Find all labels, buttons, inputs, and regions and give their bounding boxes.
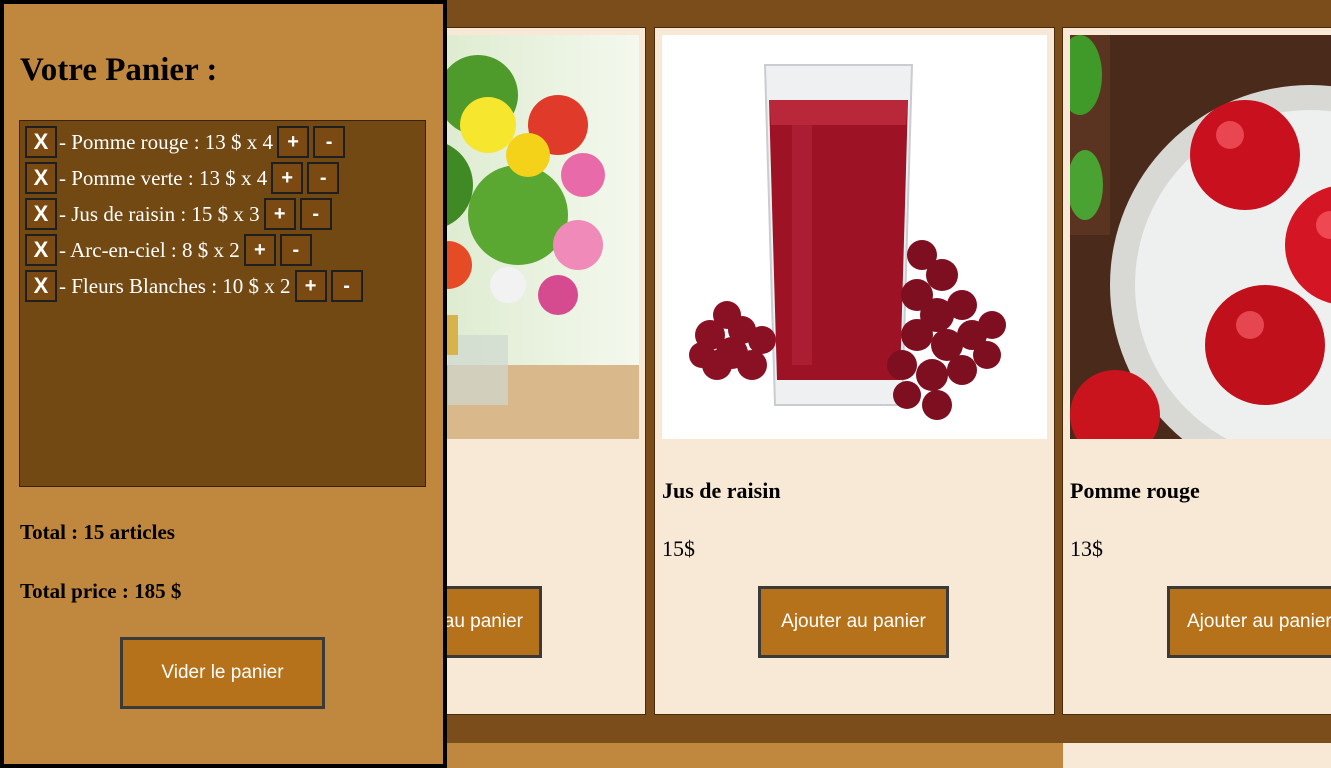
- decrease-quantity-button[interactable]: -: [307, 162, 340, 194]
- product-price: 15$: [662, 536, 695, 561]
- remove-item-button[interactable]: X: [25, 234, 57, 266]
- product-card-pomme-rouge: Pomme rouge 13$ Ajouter au panier: [1062, 27, 1331, 715]
- add-to-cart-button[interactable]: Ajouter au panier: [758, 586, 949, 658]
- cart-item-text: - Pomme verte : 13 $ x 4: [59, 165, 268, 190]
- cart-item-text: - Arc-en-ciel : 8 $ x 2: [59, 237, 240, 262]
- grape-juice-image: [662, 35, 1047, 439]
- remove-item-button[interactable]: X: [25, 198, 57, 230]
- cart-item: X - Pomme rouge : 13 $ x 4 + -: [25, 124, 346, 160]
- increase-quantity-button[interactable]: +: [277, 126, 310, 158]
- cart-item: X - Arc-en-ciel : 8 $ x 2 + -: [25, 232, 312, 268]
- cart-item-text: - Jus de raisin : 15 $ x 3: [59, 201, 260, 226]
- cart-item-text: - Fleurs Blanches : 10 $ x 2: [59, 273, 291, 298]
- increase-quantity-button[interactable]: +: [271, 162, 304, 194]
- footer-band-left: [446, 743, 1063, 768]
- remove-item-button[interactable]: X: [25, 162, 57, 194]
- product-card-jus-de-raisin: Jus de raisin 15$ Ajouter au panier: [654, 27, 1055, 715]
- cart-panel: Votre Panier : X - Pomme rouge : 13 $ x …: [0, 0, 447, 768]
- product-price: 13$: [1070, 536, 1103, 561]
- remove-item-button[interactable]: X: [25, 126, 57, 158]
- cart-item: X - Fleurs Blanches : 10 $ x 2 + -: [25, 268, 363, 304]
- footer-band-right: [1063, 743, 1331, 768]
- product-name: Pomme rouge: [1070, 478, 1200, 503]
- decrease-quantity-button[interactable]: -: [279, 234, 312, 266]
- decrease-quantity-button[interactable]: -: [330, 270, 363, 302]
- cart-title: Votre Panier :: [20, 52, 218, 88]
- increase-quantity-button[interactable]: +: [294, 270, 327, 302]
- cart-item-list: X - Pomme rouge : 13 $ x 4 + - X - Pomme…: [19, 120, 426, 487]
- decrease-quantity-button[interactable]: -: [313, 126, 346, 158]
- decrease-quantity-button[interactable]: -: [299, 198, 332, 230]
- cart-total-articles: Total : 15 articles: [20, 520, 175, 544]
- increase-quantity-button[interactable]: +: [243, 234, 276, 266]
- remove-item-button[interactable]: X: [25, 270, 57, 302]
- clear-cart-button[interactable]: Vider le panier: [120, 637, 325, 709]
- add-to-cart-button[interactable]: Ajouter au panier: [1167, 586, 1331, 658]
- increase-quantity-button[interactable]: +: [263, 198, 296, 230]
- product-name: Jus de raisin: [662, 478, 781, 503]
- cart-total-price: Total price : 185 $: [20, 579, 182, 603]
- red-apples-image: [1070, 35, 1331, 439]
- cart-item-text: - Pomme rouge : 13 $ x 4: [59, 129, 274, 154]
- cart-item: X - Pomme verte : 13 $ x 4 + -: [25, 160, 340, 196]
- cart-item: X - Jus de raisin : 15 $ x 3 + -: [25, 196, 332, 232]
